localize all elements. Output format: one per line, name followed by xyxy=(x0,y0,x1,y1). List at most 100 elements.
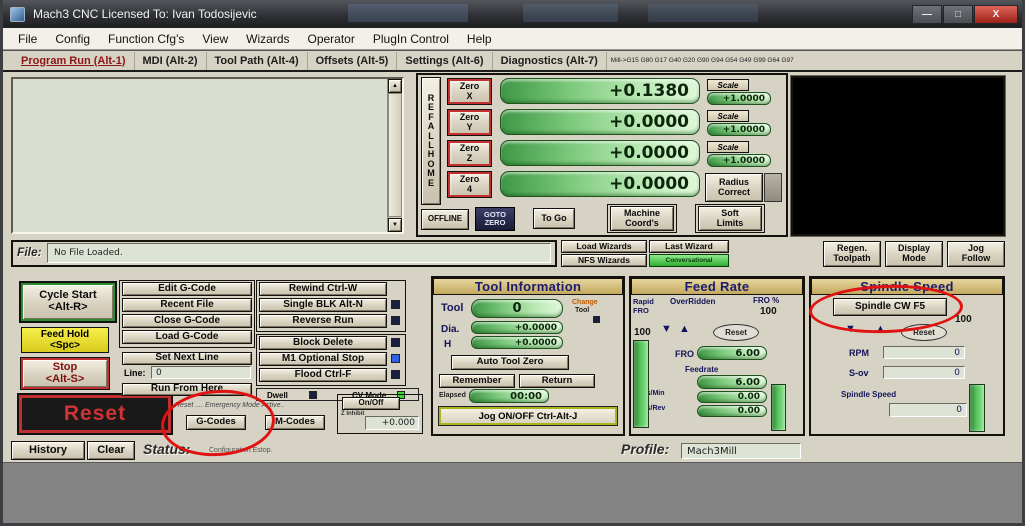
jog-follow-button[interactable]: Jog Follow xyxy=(947,241,1005,267)
zero-z-button[interactable]: Zero Z xyxy=(447,140,492,167)
jog-onoff-button[interactable]: Jog ON/OFF Ctrl-Alt-J xyxy=(438,406,618,426)
regen-toolpath-button[interactable]: Regen. Toolpath xyxy=(823,241,881,267)
recent-file-button[interactable]: Recent File xyxy=(122,298,252,312)
on-off-button[interactable]: On/Off xyxy=(342,397,400,410)
menu-item-function-cfgs[interactable]: Function Cfg's xyxy=(99,29,193,49)
zero-4-button[interactable]: Zero 4 xyxy=(447,171,492,198)
change-tool-led xyxy=(593,316,600,323)
fro-slider[interactable] xyxy=(633,340,649,428)
overridden-label: OverRidden xyxy=(670,297,716,306)
toolpath-display[interactable] xyxy=(791,76,1005,236)
scroll-thumb[interactable] xyxy=(388,93,402,217)
feed-increase-icon[interactable]: ▲ xyxy=(679,324,690,335)
tool-dia-dro[interactable]: +0.0000 xyxy=(471,321,563,334)
units-min-dro[interactable]: 0.00 xyxy=(697,391,767,403)
close-button[interactable]: X xyxy=(974,4,1018,24)
soft-limits-button[interactable]: Soft Limits xyxy=(698,206,762,231)
screen-tab-bar: Program Run (Alt-1) MDI (Alt-2) Tool Pat… xyxy=(3,50,1022,72)
display-mode-button[interactable]: Display Mode xyxy=(885,241,943,267)
return-button[interactable]: Return xyxy=(519,374,595,388)
menu-item-file[interactable]: File xyxy=(9,29,46,49)
scale-x-dro[interactable]: +1.0000 xyxy=(707,92,771,105)
scale-z-label[interactable]: Scale xyxy=(707,141,749,153)
tab-settings[interactable]: Settings (Alt-6) xyxy=(397,51,493,70)
clear-button[interactable]: Clear xyxy=(87,441,135,460)
feed-rate-header: Feed Rate xyxy=(631,278,803,295)
auto-tool-zero-button[interactable]: Auto Tool Zero xyxy=(451,355,569,370)
close-gcode-button[interactable]: Close G-Code xyxy=(122,314,252,328)
stop-button[interactable]: Stop <Alt-S> xyxy=(20,357,110,390)
nfs-wizards-button[interactable]: NFS Wizards xyxy=(561,254,647,267)
elapsed-time-dro[interactable]: 00:00 xyxy=(469,389,549,403)
reverse-run-button[interactable]: Reverse Run xyxy=(259,314,387,328)
tab-program-run[interactable]: Program Run (Alt-1) xyxy=(13,51,135,70)
load-wizards-button[interactable]: Load Wizards xyxy=(561,240,647,253)
fro-dro[interactable]: 6.00 xyxy=(697,346,767,360)
offline-button[interactable]: OFFLINE xyxy=(421,209,469,230)
zero-x-button[interactable]: Zero X xyxy=(447,78,492,105)
cycle-start-button[interactable]: Cycle Start <Alt-R> xyxy=(19,281,117,323)
z-inhibit-dro[interactable]: +0.000 xyxy=(365,416,419,430)
scroll-down-icon[interactable]: ▼ xyxy=(388,218,402,232)
menu-item-plugin-control[interactable]: PlugIn Control xyxy=(364,29,458,49)
gcode-display[interactable]: ▲ ▼ xyxy=(11,77,404,234)
flood-button[interactable]: Flood Ctrl-F xyxy=(259,368,387,382)
to-go-button[interactable]: To Go xyxy=(533,208,575,229)
m1-optional-stop-button[interactable]: M1 Optional Stop xyxy=(259,352,387,366)
scroll-up-icon[interactable]: ▲ xyxy=(388,79,402,93)
tool-number-dro[interactable]: 0 xyxy=(471,299,563,318)
radius-correct-button[interactable]: Radius Correct xyxy=(705,173,763,202)
load-gcode-button[interactable]: Load G-Code xyxy=(122,330,252,344)
feedrate-dro[interactable]: 6.00 xyxy=(697,375,767,389)
single-blk-led xyxy=(391,300,400,309)
tab-mdi[interactable]: MDI (Alt-2) xyxy=(135,51,207,70)
remember-button[interactable]: Remember xyxy=(439,374,515,388)
scale-y-dro[interactable]: +1.0000 xyxy=(707,123,771,136)
goto-zero-button[interactable]: GOTO ZERO xyxy=(475,207,515,231)
spindle-speed-dro[interactable]: 0 xyxy=(889,403,967,417)
dro-4-axis[interactable]: +0.0000 xyxy=(500,171,700,197)
tab-diagnostics[interactable]: Diagnostics (Alt-7) xyxy=(493,51,607,70)
feed-reset-button[interactable]: Reset xyxy=(713,324,759,341)
dwell-label: Dwell xyxy=(267,391,288,400)
menu-item-help[interactable]: Help xyxy=(458,29,501,49)
units-rev-dro[interactable]: 0.00 xyxy=(697,405,767,417)
change-tool-label-2: Tool xyxy=(575,307,590,314)
line-number-field[interactable]: 0 xyxy=(151,366,251,379)
feed-decrease-icon[interactable]: ▼ xyxy=(661,324,672,335)
last-wizard-button[interactable]: Last Wizard xyxy=(649,240,729,253)
zero-y-button[interactable]: Zero Y xyxy=(447,109,492,136)
scale-x-label[interactable]: Scale xyxy=(707,79,749,91)
dro-z-axis[interactable]: +0.0000 xyxy=(500,140,700,166)
scale-y-label[interactable]: Scale xyxy=(707,110,749,122)
block-delete-button[interactable]: Block Delete xyxy=(259,336,387,350)
tab-offsets[interactable]: Offsets (Alt-5) xyxy=(308,51,398,70)
sov-dro[interactable]: 0 xyxy=(883,366,965,379)
dro-x-axis[interactable]: +0.1380 xyxy=(500,78,700,104)
dro-y-axis[interactable]: +0.0000 xyxy=(500,109,700,135)
rewind-button[interactable]: Rewind Ctrl-W xyxy=(259,282,387,296)
spindle-bar[interactable] xyxy=(969,384,985,432)
gcode-scrollbar[interactable]: ▲ ▼ xyxy=(387,79,402,232)
tab-tool-path[interactable]: Tool Path (Alt-4) xyxy=(207,51,308,70)
feedrate-bar[interactable] xyxy=(771,384,786,431)
rpm-dro[interactable]: 0 xyxy=(883,346,965,359)
machine-coords-button[interactable]: Machine Coord's xyxy=(610,206,674,231)
menu-item-config[interactable]: Config xyxy=(46,29,99,49)
minimize-button[interactable]: — xyxy=(912,4,942,24)
menu-item-wizards[interactable]: Wizards xyxy=(237,29,298,49)
edit-gcode-button[interactable]: Edit G-Code xyxy=(122,282,252,296)
reset-button[interactable]: Reset xyxy=(17,393,173,435)
single-blk-button[interactable]: Single BLK Alt-N xyxy=(259,298,387,312)
z-inhibit-label: Z Inhibit xyxy=(341,411,365,417)
ref-all-home-button[interactable]: REF ALL HOME xyxy=(421,77,441,205)
menu-item-operator[interactable]: Operator xyxy=(299,29,364,49)
history-button[interactable]: History xyxy=(11,441,85,460)
set-next-line-button[interactable]: Set Next Line xyxy=(122,352,252,365)
tool-h-dro[interactable]: +0.0000 xyxy=(471,336,563,349)
conversational-button[interactable]: Conversational xyxy=(649,254,729,267)
scale-z-dro[interactable]: +1.0000 xyxy=(707,154,771,167)
menu-item-view[interactable]: View xyxy=(193,29,237,49)
maximize-button[interactable]: □ xyxy=(943,4,973,24)
feed-hold-button[interactable]: Feed Hold <Spc> xyxy=(21,327,109,353)
